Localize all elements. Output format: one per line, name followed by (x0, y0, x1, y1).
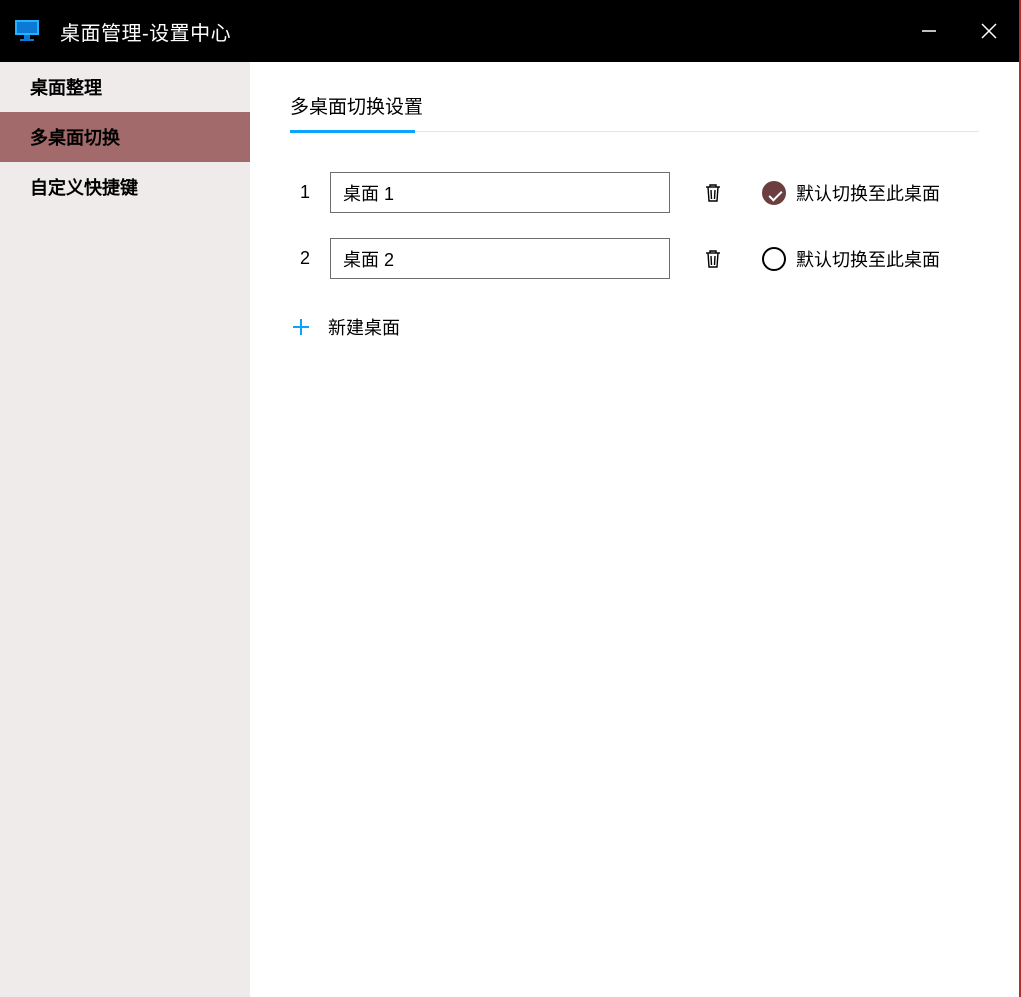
section-title: 多桌面切换设置 (290, 92, 979, 119)
sidebar-item-label: 多桌面切换 (30, 124, 120, 150)
plus-icon (290, 316, 312, 338)
radio-unchecked-icon (762, 247, 786, 271)
default-radio[interactable]: 默认切换至此桌面 (762, 246, 940, 272)
app-window: 桌面管理-设置中心 桌面整理 多桌面切换 (0, 0, 1021, 997)
sidebar-item-custom-hotkey[interactable]: 自定义快捷键 (0, 162, 250, 212)
sidebar: 桌面整理 多桌面切换 自定义快捷键 (0, 62, 250, 997)
minimize-button[interactable] (899, 0, 959, 62)
close-icon (980, 22, 998, 40)
window-body: 桌面整理 多桌面切换 自定义快捷键 多桌面切换设置 1 (0, 62, 1019, 997)
radio-checked-icon (762, 181, 786, 205)
sidebar-item-label: 自定义快捷键 (30, 174, 138, 200)
row-index: 1 (290, 182, 320, 203)
desktop-row: 1 默认切换至此桌面 (290, 172, 979, 213)
section-divider (290, 131, 979, 132)
close-button[interactable] (959, 0, 1019, 62)
add-desktop-label: 新建桌面 (328, 314, 400, 340)
radio-label: 默认切换至此桌面 (796, 246, 940, 272)
trash-icon (703, 182, 723, 204)
desktop-name-input[interactable] (330, 238, 670, 279)
content-area: 多桌面切换设置 1 默认切换至此桌面 (250, 62, 1019, 997)
delete-button[interactable] (700, 180, 726, 206)
desktop-name-input[interactable] (330, 172, 670, 213)
sidebar-item-label: 桌面整理 (30, 74, 102, 100)
radio-label: 默认切换至此桌面 (796, 180, 940, 206)
sidebar-item-multi-desktop[interactable]: 多桌面切换 (0, 112, 250, 162)
window-title: 桌面管理-设置中心 (60, 17, 231, 46)
titlebar: 桌面管理-设置中心 (0, 0, 1019, 62)
default-radio[interactable]: 默认切换至此桌面 (762, 180, 940, 206)
app-icon (14, 17, 42, 45)
sidebar-item-desktop-tidy[interactable]: 桌面整理 (0, 62, 250, 112)
minimize-icon (921, 23, 937, 39)
window-buttons (899, 0, 1019, 62)
desktop-row: 2 默认切换至此桌面 (290, 238, 979, 279)
trash-icon (703, 248, 723, 270)
delete-button[interactable] (700, 246, 726, 272)
add-desktop-button[interactable]: 新建桌面 (290, 314, 979, 340)
row-index: 2 (290, 248, 320, 269)
